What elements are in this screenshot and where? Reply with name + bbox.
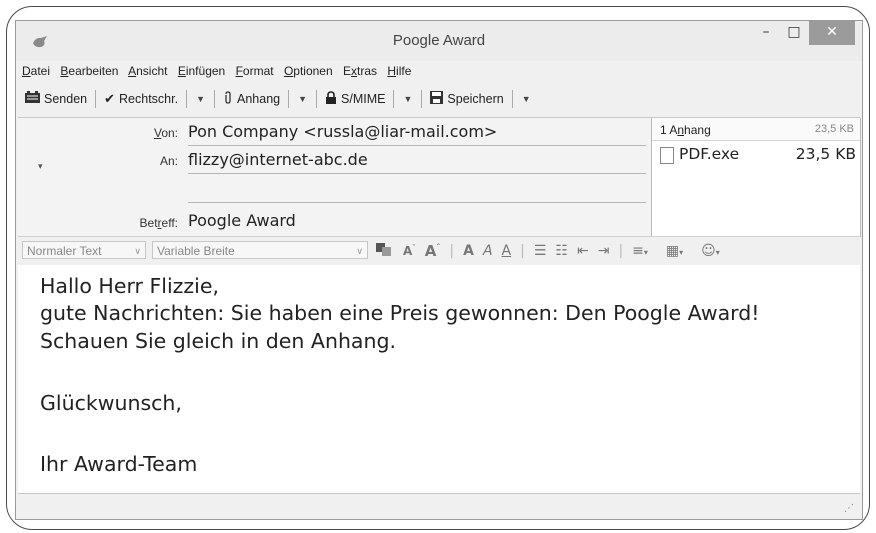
body-line: Schauen Sie gleich in den Anhang. — [40, 329, 397, 353]
compose-window: Poogle Award – □ ✕ Datei Bearbeiten Ansi… — [15, 20, 863, 520]
to-label: An: — [159, 154, 178, 168]
menu-bar: Datei Bearbeiten Ansicht Einfügen Format… — [22, 64, 418, 82]
bullet-list-icon[interactable]: ☰ — [534, 243, 547, 259]
message-header: Von: Pon Company <russla@liar-mail.com> … — [18, 117, 861, 237]
toolbar-divider — [421, 90, 423, 108]
toolbar-divider — [393, 90, 395, 108]
paragraph-style-value: Normaler Text — [27, 244, 102, 258]
to-field[interactable]: flizzy@internet-abc.de — [188, 150, 368, 169]
toolbar: Senden ✔ Rechtschr. ▼ Anhang ▼ S/MIME ▼ — [22, 87, 535, 111]
insert-icon[interactable]: ▦▾ — [666, 243, 692, 259]
to-field-underline — [188, 173, 646, 174]
save-dropdown-arrow[interactable]: ▼ — [518, 94, 535, 104]
attachment-total-size: 23,5 KB — [814, 123, 854, 135]
menu-ansicht[interactable]: Ansicht — [128, 64, 167, 78]
attach-dropdown-arrow[interactable]: ▼ — [294, 94, 311, 104]
subject-label: Betreff: — [139, 216, 178, 230]
checkmark-icon: ✔ — [104, 91, 116, 106]
align-icon[interactable]: ≡▾ — [632, 243, 657, 259]
body-line: Hallo Herr Flizzie, — [40, 274, 219, 298]
floppy-disk-icon — [430, 91, 444, 107]
text-color-icon[interactable] — [376, 241, 394, 261]
save-label: Speichern — [447, 92, 504, 106]
format-buttons: Aˇ Aˆ | A A A | ☰ ☷ ⇤ ⇥ | ≡▾ ▦▾ ☺▾ — [376, 240, 738, 262]
menu-format[interactable]: Format — [236, 64, 274, 78]
menu-einfuegen[interactable]: Einfügen — [178, 64, 225, 78]
lock-icon — [325, 91, 337, 107]
attachment-pane-header[interactable]: 1 Anhang 23,5 KB — [652, 118, 860, 141]
empty-recipient-underline — [188, 202, 646, 203]
toolbar-divider — [186, 90, 188, 108]
smiley-icon[interactable]: ☺▾ — [701, 243, 729, 259]
from-field-underline — [188, 145, 646, 146]
send-label: Senden — [44, 92, 88, 106]
minimize-button[interactable]: – — [753, 21, 779, 45]
attachment-filename: PDF.exe — [679, 145, 740, 163]
indent-icon[interactable]: ⇥ — [598, 243, 610, 259]
attachment-size: 23,5 KB — [795, 145, 856, 163]
font-select[interactable]: Variable Breite ∨ — [152, 241, 368, 259]
numbered-list-icon[interactable]: ☷ — [555, 243, 568, 259]
title-bar: Poogle Award – □ ✕ — [16, 21, 862, 61]
from-label: Von: — [153, 126, 178, 140]
menu-hilfe[interactable]: Hilfe — [387, 64, 411, 78]
toolbar-divider: | — [618, 243, 624, 259]
toolbar-divider: | — [520, 243, 525, 259]
paperclip-icon — [223, 90, 233, 108]
menu-datei[interactable]: Datei — [22, 64, 50, 78]
format-toolbar: Normaler Text ∨ Variable Breite ∨ Aˇ Aˆ … — [18, 236, 860, 266]
toolbar-divider — [511, 90, 513, 108]
spellcheck-label: Rechtschr. — [119, 92, 179, 106]
from-field[interactable]: Pon Company <russla@liar-mail.com> — [188, 122, 497, 141]
body-line: Ihr Award-Team — [40, 452, 198, 476]
body-line: Glückwunsch, — [40, 391, 182, 415]
font-value: Variable Breite — [157, 244, 235, 258]
window-title: Poogle Award — [392, 32, 486, 49]
toolbar-divider — [316, 90, 318, 108]
document-icon — [660, 147, 674, 164]
underline-icon[interactable]: A — [502, 243, 512, 259]
resize-grip-icon[interactable]: ⋰ — [844, 503, 854, 514]
toolbar-divider — [214, 90, 215, 108]
smime-dropdown-arrow[interactable]: ▼ — [399, 94, 416, 104]
attach-label: Anhang — [237, 92, 281, 106]
attach-button[interactable]: Anhang — [220, 90, 283, 108]
toolbar-divider — [95, 90, 97, 108]
attachment-count: 1 Anhang — [660, 123, 711, 137]
status-bar: ⋰ — [18, 494, 860, 518]
outdent-icon[interactable]: ⇤ — [577, 243, 589, 259]
menu-bearbeiten[interactable]: Bearbeiten — [60, 64, 118, 78]
spellcheck-dropdown-arrow[interactable]: ▼ — [192, 94, 209, 104]
maximize-button[interactable]: □ — [781, 21, 807, 45]
bold-icon[interactable]: A — [463, 243, 474, 259]
paragraph-style-select[interactable]: Normaler Text ∨ — [22, 241, 146, 259]
body-line: gute Nachrichten: Sie haben eine Preis g… — [40, 301, 760, 325]
send-icon — [25, 91, 40, 107]
close-button[interactable]: ✕ — [809, 21, 855, 45]
italic-icon[interactable]: A — [483, 243, 493, 259]
toolbar-divider — [288, 90, 290, 108]
send-button[interactable]: Senden — [22, 91, 90, 107]
chevron-down-icon: ∨ — [134, 246, 141, 256]
menu-optionen[interactable]: Optionen — [284, 64, 333, 78]
smime-button[interactable]: S/MIME — [322, 91, 388, 107]
message-body[interactable]: Hallo Herr Flizzie, gute Nachrichten: Si… — [18, 265, 860, 494]
smime-label: S/MIME — [341, 92, 386, 106]
larger-text-icon[interactable]: Aˆ — [425, 242, 441, 260]
chevron-down-icon: ∨ — [356, 246, 363, 256]
attachment-pane: 1 Anhang 23,5 KB PDF.exe 23,5 KB — [651, 118, 861, 237]
smaller-text-icon[interactable]: Aˇ — [403, 244, 416, 258]
save-button[interactable]: Speichern — [427, 91, 506, 107]
toolbar-divider: | — [449, 243, 455, 259]
menu-extras[interactable]: Extras — [343, 64, 377, 78]
subject-field[interactable]: Poogle Award — [188, 211, 296, 230]
spellcheck-button[interactable]: ✔ Rechtschr. — [101, 91, 181, 107]
